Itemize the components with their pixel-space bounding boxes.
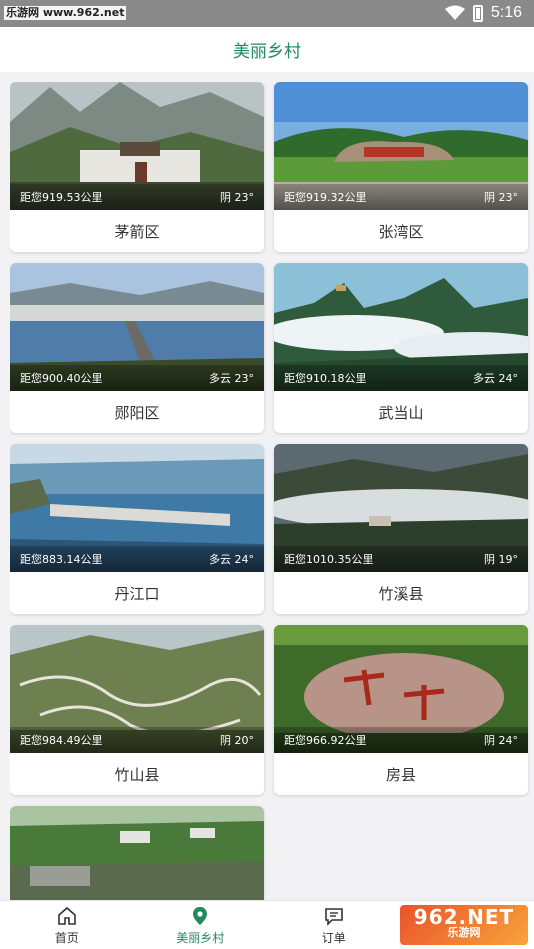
card-info-bar: 距您900.40公里 多云 23° <box>10 365 264 391</box>
tab-label: 订单 <box>321 930 346 945</box>
card-weather: 阴 24° <box>484 734 518 747</box>
card-info-bar: 距您966.92公里 阴 24° <box>274 727 528 753</box>
card-weather: 多云 24° <box>473 372 518 385</box>
card-name: 房县 <box>385 765 416 784</box>
village-card[interactable]: 距您1010.35公里 阴 19° 竹溪县 <box>274 444 528 614</box>
village-card[interactable] <box>10 806 264 900</box>
village-photo <box>10 806 264 900</box>
home-icon <box>57 906 76 925</box>
card-info-bar: 距您984.49公里 阴 20° <box>10 727 264 753</box>
location-pin-icon <box>193 906 208 925</box>
card-distance: 距您883.14公里 <box>20 553 103 566</box>
tab-orders[interactable]: 订单 <box>267 901 401 949</box>
status-icons: 5:16 <box>444 4 522 22</box>
card-name: 竹溪县 <box>378 584 424 603</box>
tab-label: 美丽乡村 <box>176 930 225 945</box>
status-time: 5:16 <box>490 4 522 21</box>
brand-logo-text: 962.NET <box>413 905 515 929</box>
card-weather: 阴 19° <box>484 553 518 566</box>
card-name: 茅箭区 <box>114 222 160 241</box>
card-weather: 阴 20° <box>220 734 254 747</box>
brand-logo: 962.NET 乐游网 <box>400 905 528 945</box>
chat-icon <box>324 907 343 926</box>
card-name: 张湾区 <box>378 222 424 241</box>
village-card[interactable]: 距您900.40公里 多云 23° 郧阳区 <box>10 263 264 433</box>
card-name: 丹江口 <box>114 584 160 603</box>
card-weather: 多云 23° <box>209 372 254 385</box>
brand-logo-subtext: 乐游网 <box>447 926 481 939</box>
watermark: 乐游网 www.962.net <box>4 6 127 20</box>
status-bar: 乐游网 www.962.net 5:16 <box>0 0 534 27</box>
village-card[interactable]: 距您966.92公里 阴 24° 房县 <box>274 625 528 795</box>
card-info-bar: 距您910.18公里 多云 24° <box>274 365 528 391</box>
page-header: 美丽乡村 <box>0 27 534 72</box>
card-weather: 阴 23° <box>220 191 254 204</box>
tab-label: 首页 <box>54 930 79 945</box>
bottom-tab-bar: 首页 美丽乡村 订单 962.NET 乐游网 <box>0 900 534 949</box>
card-name: 郧阳区 <box>114 403 160 422</box>
card-distance: 距您910.18公里 <box>284 372 367 385</box>
page-title: 美丽乡村 <box>233 42 301 62</box>
card-distance: 距您1010.35公里 <box>284 553 374 566</box>
card-distance: 距您919.32公里 <box>284 191 367 204</box>
village-grid: 距您919.53公里 阴 23° 茅箭区 距您919.32公里 阴 23° 张湾… <box>10 82 530 900</box>
village-card[interactable]: 距您919.32公里 阴 23° 张湾区 <box>274 82 528 252</box>
village-card[interactable]: 距您984.49公里 阴 20° 竹山县 <box>10 625 264 795</box>
card-weather: 多云 24° <box>209 553 254 566</box>
village-card[interactable]: 距您883.14公里 多云 24° 丹江口 <box>10 444 264 614</box>
card-name: 武当山 <box>378 403 424 422</box>
card-info-bar: 距您1010.35公里 阴 19° <box>274 546 528 572</box>
card-info-bar: 距您919.32公里 阴 23° <box>274 184 528 210</box>
village-card[interactable]: 距您910.18公里 多云 24° 武当山 <box>274 263 528 433</box>
wifi-icon <box>444 5 465 20</box>
card-distance: 距您919.53公里 <box>20 191 103 204</box>
card-info-bar: 距您883.14公里 多云 24° <box>10 546 264 572</box>
card-name: 竹山县 <box>114 765 160 784</box>
tab-beautiful-village[interactable]: 美丽乡村 <box>134 901 268 949</box>
card-distance: 距您900.40公里 <box>20 372 103 385</box>
card-info-bar: 距您919.53公里 阴 23° <box>10 184 264 210</box>
card-weather: 阴 23° <box>484 191 518 204</box>
tab-home[interactable]: 首页 <box>0 901 134 949</box>
card-distance: 距您966.92公里 <box>284 734 367 747</box>
battery-icon <box>472 4 483 22</box>
card-distance: 距您984.49公里 <box>20 734 103 747</box>
village-card[interactable]: 距您919.53公里 阴 23° 茅箭区 <box>10 82 264 252</box>
